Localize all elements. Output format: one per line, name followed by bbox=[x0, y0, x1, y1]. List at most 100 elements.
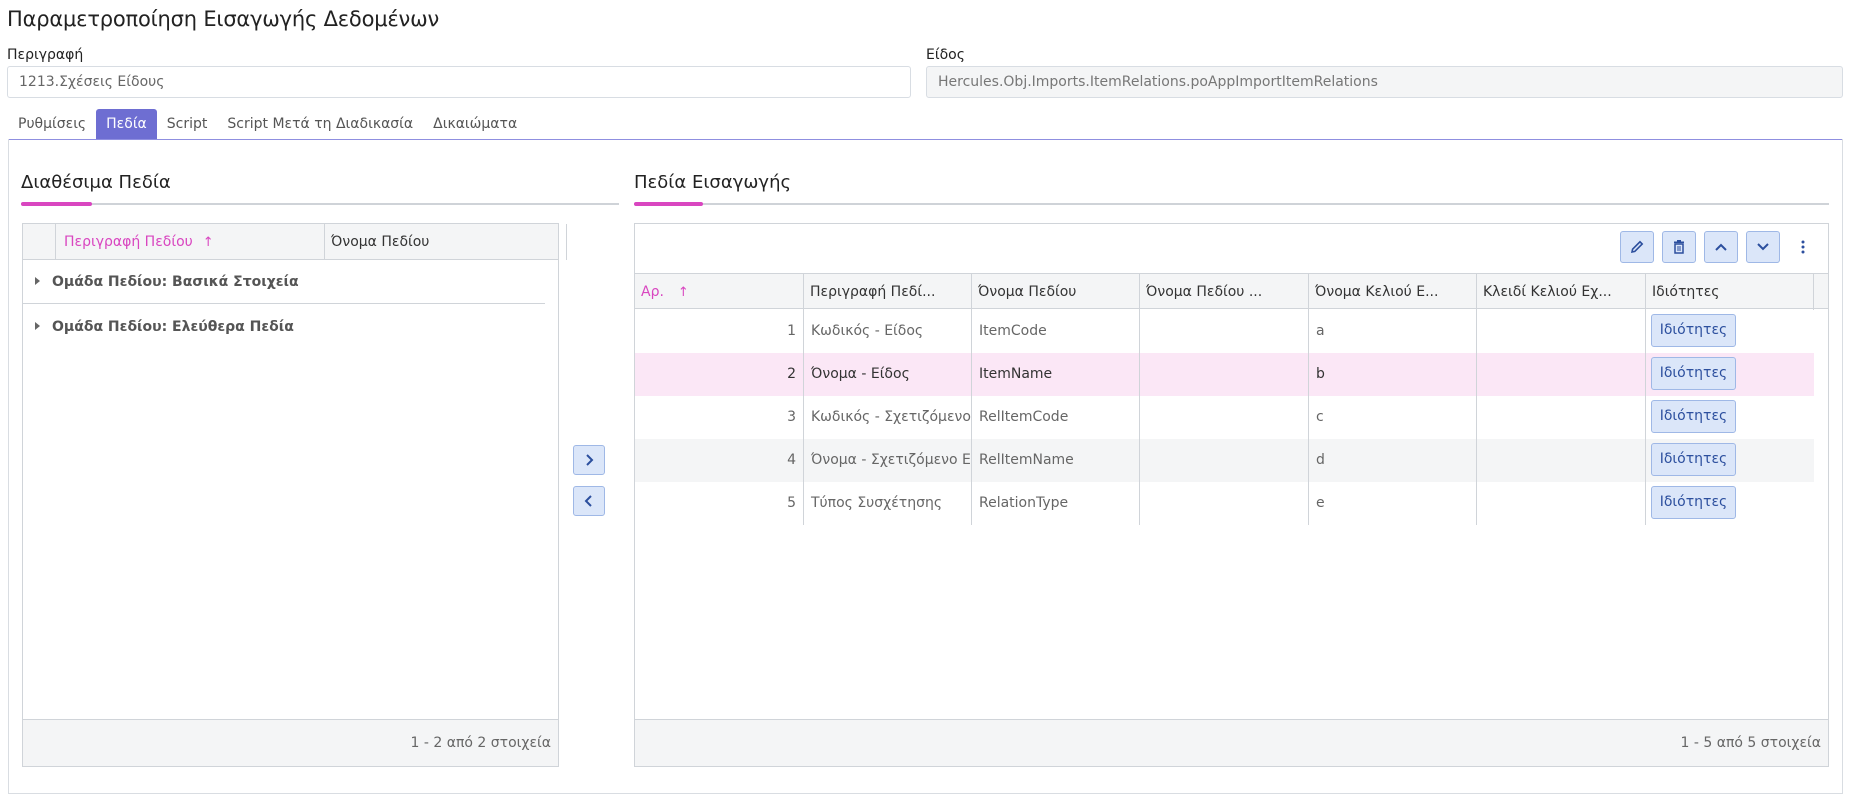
column-header-properties[interactable]: Ιδιότητες bbox=[1646, 274, 1814, 310]
cell-description: Κωδικός - Σχετιζόμενο Είδος bbox=[804, 396, 972, 439]
cell-cell-key bbox=[1477, 396, 1646, 439]
cell-cell-name: b bbox=[1309, 353, 1477, 396]
expand-caret-icon[interactable] bbox=[35, 277, 40, 285]
import-fields-title: Πεδία Εισαγωγής bbox=[634, 172, 792, 193]
available-grid-footer: 1 - 2 από 2 στοιχεία bbox=[23, 719, 558, 766]
import-fields-grid: Αρ. ↑ Περιγραφή Πεδί... Όνομα Πεδίου Όνομ… bbox=[634, 223, 1829, 767]
column-header-field-name[interactable]: Όνομα Πεδίου bbox=[972, 274, 1140, 310]
chevron-left-icon bbox=[584, 495, 592, 507]
more-vertical-icon bbox=[1801, 240, 1805, 254]
chevron-right-icon bbox=[586, 454, 594, 466]
import-title-divider bbox=[634, 203, 1829, 205]
cell-number: 3 bbox=[635, 396, 804, 439]
table-row[interactable]: 2 Όνομα - Είδος ItemName b Ιδιότητες bbox=[635, 353, 1814, 396]
tab-permissions[interactable]: Δικαιώματα bbox=[423, 109, 527, 139]
edit-button[interactable] bbox=[1620, 231, 1654, 263]
move-up-button[interactable] bbox=[1704, 231, 1738, 263]
table-row[interactable]: 3 Κωδικός - Σχετιζόμενο Είδος RelItemCod… bbox=[635, 396, 1814, 439]
cell-cell-name: e bbox=[1309, 482, 1477, 525]
cell-cell-key bbox=[1477, 482, 1646, 525]
cell-field-name-2 bbox=[1140, 439, 1309, 482]
group-row-label: Ομάδα Πεδίου: Ελεύθερα Πεδία bbox=[52, 319, 294, 335]
column-header-label: Περιγραφή Πεδίου bbox=[64, 234, 193, 250]
pencil-icon bbox=[1630, 240, 1644, 254]
available-grid-header: Περιγραφή Πεδίου ↑ Όνομα Πεδίου bbox=[23, 224, 567, 260]
cell-field-name-2 bbox=[1140, 396, 1309, 439]
cell-field-name: RelItemName bbox=[972, 439, 1140, 482]
column-header-field-name[interactable]: Όνομα Πεδίου bbox=[325, 224, 567, 260]
available-title-divider bbox=[21, 203, 619, 205]
cell-cell-key bbox=[1477, 310, 1646, 353]
description-label: Περιγραφή bbox=[7, 47, 84, 63]
cell-number: 2 bbox=[635, 353, 804, 396]
cell-properties: Ιδιότητες bbox=[1646, 439, 1814, 482]
column-header-field-description[interactable]: Περιγραφή Πεδί... bbox=[804, 274, 972, 310]
delete-button[interactable] bbox=[1662, 231, 1696, 263]
cell-cell-key bbox=[1477, 439, 1646, 482]
import-title-accent bbox=[634, 202, 703, 206]
column-header-cell-name[interactable]: Όνομα Κελιού Ε... bbox=[1309, 274, 1477, 310]
trash-icon bbox=[1674, 240, 1684, 254]
cell-properties: Ιδιότητες bbox=[1646, 353, 1814, 396]
available-title-accent bbox=[21, 202, 92, 206]
chevron-up-icon bbox=[1715, 243, 1727, 251]
tab-post-script[interactable]: Script Μετά τη Διαδικασία bbox=[217, 109, 423, 139]
group-row-label: Ομάδα Πεδίου: Βασικά Στοιχεία bbox=[52, 274, 299, 290]
sort-ascending-icon: ↑ bbox=[202, 235, 214, 250]
cell-properties: Ιδιότητες bbox=[1646, 396, 1814, 439]
tab-fields[interactable]: Πεδία bbox=[96, 109, 157, 139]
group-row-basic[interactable]: Ομάδα Πεδίου: Βασικά Στοιχεία bbox=[23, 260, 545, 304]
table-row[interactable]: 5 Τύπος Συσχέτησης RelationType e Ιδιότη… bbox=[635, 482, 1814, 525]
cell-field-name: RelationType bbox=[972, 482, 1140, 525]
properties-button[interactable]: Ιδιότητες bbox=[1651, 314, 1736, 347]
properties-button[interactable]: Ιδιότητες bbox=[1651, 443, 1736, 476]
cell-cell-key bbox=[1477, 353, 1646, 396]
cell-field-name-2 bbox=[1140, 310, 1309, 353]
import-grid-footer: 1 - 5 από 5 στοιχεία bbox=[635, 719, 1828, 766]
properties-button[interactable]: Ιδιότητες bbox=[1651, 486, 1736, 519]
column-header-field-name-2[interactable]: Όνομα Πεδίου ... bbox=[1140, 274, 1309, 310]
cell-number: 5 bbox=[635, 482, 804, 525]
tab-script[interactable]: Script bbox=[157, 109, 218, 139]
cell-field-name: ItemName bbox=[972, 353, 1140, 396]
cell-field-name-2 bbox=[1140, 482, 1309, 525]
move-down-button[interactable] bbox=[1746, 231, 1780, 263]
cell-cell-name: c bbox=[1309, 396, 1477, 439]
cell-number: 1 bbox=[635, 310, 804, 353]
cell-number: 4 bbox=[635, 439, 804, 482]
expand-caret-icon[interactable] bbox=[35, 322, 40, 330]
group-row-free[interactable]: Ομάδα Πεδίου: Ελεύθερα Πεδία bbox=[23, 305, 545, 349]
chevron-down-icon bbox=[1757, 243, 1769, 251]
tab-settings[interactable]: Ρυθμίσεις bbox=[8, 109, 96, 139]
table-row[interactable]: 4 Όνομα - Σχετιζόμενο Είδος RelItemName … bbox=[635, 439, 1814, 482]
cell-properties: Ιδιότητες bbox=[1646, 482, 1814, 525]
sort-ascending-icon: ↑ bbox=[677, 285, 689, 300]
cell-description: Όνομα - Είδος bbox=[804, 353, 972, 396]
more-options-button[interactable] bbox=[1793, 231, 1813, 263]
import-grid-header: Αρ. ↑ Περιγραφή Πεδί... Όνομα Πεδίου Όνομ… bbox=[635, 273, 1828, 310]
type-input: Hercules.Obj.Imports.ItemRelations.poApp… bbox=[926, 66, 1843, 98]
move-left-button[interactable] bbox=[573, 486, 605, 516]
available-fields-grid: Περιγραφή Πεδίου ↑ Όνομα Πεδίου Ομάδα Πεδ… bbox=[22, 223, 567, 767]
cell-description: Κωδικός - Είδος bbox=[804, 310, 972, 353]
grid-header-spacer bbox=[23, 224, 56, 260]
available-fields-title: Διαθέσιμα Πεδία bbox=[21, 172, 171, 193]
cell-cell-name: d bbox=[1309, 439, 1477, 482]
column-header-number[interactable]: Αρ. ↑ bbox=[635, 274, 804, 310]
description-input[interactable]: 1213.Σχέσεις Είδους bbox=[7, 66, 911, 98]
cell-description: Όνομα - Σχετιζόμενο Είδος bbox=[804, 439, 972, 482]
properties-button[interactable]: Ιδιότητες bbox=[1651, 357, 1736, 390]
column-header-field-description[interactable]: Περιγραφή Πεδίου ↑ bbox=[56, 224, 325, 260]
cell-field-name-2 bbox=[1140, 353, 1309, 396]
cell-cell-name: a bbox=[1309, 310, 1477, 353]
properties-button[interactable]: Ιδιότητες bbox=[1651, 400, 1736, 433]
table-row[interactable]: 1 Κωδικός - Είδος ItemCode a Ιδιότητες bbox=[635, 310, 1814, 353]
column-header-label: Αρ. bbox=[641, 284, 664, 300]
cell-field-name: ItemCode bbox=[972, 310, 1140, 353]
column-header-cell-key[interactable]: Κλειδί Κελιού Εχ... bbox=[1477, 274, 1646, 310]
cell-description: Τύπος Συσχέτησης bbox=[804, 482, 972, 525]
page-title: Παραμετροποίηση Εισαγωγής Δεδομένων bbox=[7, 7, 439, 31]
type-label: Είδος bbox=[926, 47, 965, 63]
tab-bar: Ρυθμίσεις Πεδία Script Script Μετά τη Δι… bbox=[8, 109, 527, 139]
move-right-button[interactable] bbox=[573, 445, 605, 475]
